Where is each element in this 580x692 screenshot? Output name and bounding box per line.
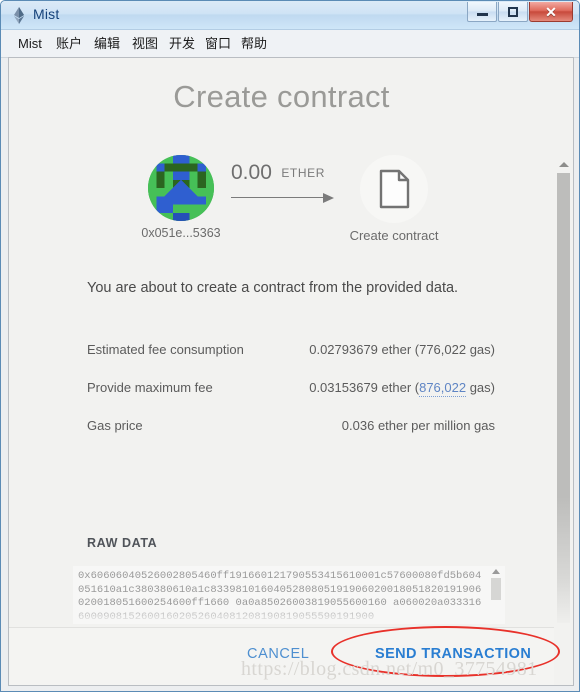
- rawdata-scrollbar[interactable]: [491, 569, 502, 621]
- rawdata-heading: RAW DATA: [87, 536, 158, 550]
- document-page-icon: [360, 155, 428, 223]
- menu-item-edit[interactable]: 编辑: [89, 34, 125, 53]
- amount-unit: ETHER: [281, 166, 325, 180]
- menu-item-view[interactable]: 视图: [127, 34, 163, 53]
- fee-label-gas-price: Gas price: [87, 418, 143, 433]
- window-titlebar: Mist ✕: [1, 1, 579, 30]
- window-title: Mist: [33, 6, 60, 22]
- fee-row-gas-price: Gas price 0.036 ether per million gas: [87, 418, 495, 456]
- cancel-button[interactable]: CANCEL: [247, 646, 309, 662]
- close-icon: ✕: [545, 3, 557, 20]
- fee-value-maximum-suffix: gas): [466, 380, 495, 395]
- fee-row-maximum: Provide maximum fee 0.03153679 ether (87…: [87, 380, 495, 418]
- transaction-confirm-panel: Create contract 0x051e...5363 0.00 ETHER…: [8, 57, 574, 686]
- gas-limit-editable[interactable]: 876,022: [419, 380, 467, 397]
- application-menubar: Mist 账户 编辑 视图 开发 窗口 帮助: [1, 30, 579, 58]
- transaction-description: You are about to create a contract from …: [87, 280, 459, 296]
- fee-value-gas-price: 0.036 ether per million gas: [342, 418, 495, 433]
- sender-block: 0x051e...5363: [133, 155, 229, 240]
- amount-value: 0.00: [231, 161, 272, 184]
- fee-value-estimated: 0.02793679 ether (776,022 gas): [309, 342, 495, 357]
- maximize-button[interactable]: [498, 2, 528, 22]
- blockie-identicon: [148, 155, 214, 221]
- rawdata-scroll-thumb[interactable]: [491, 578, 501, 600]
- menu-item-account[interactable]: 账户: [51, 34, 87, 53]
- page-title: Create contract: [173, 79, 390, 114]
- close-button[interactable]: ✕: [529, 2, 573, 22]
- transaction-summary-row: 0x051e...5363 0.00 ETHER Create contract: [9, 155, 554, 250]
- fee-value-maximum: 0.03153679 ether (876,022 gas): [309, 380, 495, 397]
- scroll-up-icon[interactable]: [559, 162, 569, 167]
- action-bar: CANCEL SEND TRANSACTION: [9, 627, 573, 685]
- main-scroll-thumb[interactable]: [557, 173, 570, 623]
- menu-item-window[interactable]: 窗口: [200, 34, 236, 53]
- rawdata-hex: 0x60606040526002805460ff1916601217905534…: [78, 570, 482, 623]
- minimize-button[interactable]: [467, 2, 497, 22]
- send-transaction-button[interactable]: SEND TRANSACTION: [375, 646, 531, 662]
- fee-details-table: Estimated fee consumption 0.02793679 eth…: [87, 342, 495, 456]
- menu-item-develop[interactable]: 开发: [164, 34, 200, 53]
- fee-value-maximum-prefix: 0.03153679 ether (: [309, 380, 420, 395]
- menu-item-mist[interactable]: Mist: [13, 34, 47, 53]
- main-scrollbar[interactable]: [554, 58, 573, 685]
- sender-address: 0x051e...5363: [141, 226, 221, 240]
- arrow-right-icon: [231, 193, 335, 203]
- minimize-icon: [476, 13, 488, 16]
- fee-value-estimated-text: 0.02793679 ether (776,022 gas): [309, 342, 495, 357]
- rawdata-box[interactable]: 0x60606040526002805460ff1916601217905534…: [73, 566, 505, 624]
- scroll-up-icon[interactable]: [492, 569, 500, 574]
- receiver-block: Create contract: [342, 155, 446, 243]
- maximize-icon: [508, 6, 518, 17]
- ethereum-diamond-icon: [10, 6, 28, 25]
- fee-value-gas-price-text: 0.036 ether per million gas: [341, 418, 495, 433]
- fee-label-estimated: Estimated fee consumption: [87, 342, 244, 357]
- menu-item-help[interactable]: 帮助: [236, 34, 272, 53]
- transaction-amount-block: 0.00 ETHER: [231, 161, 341, 203]
- receiver-label: Create contract: [349, 228, 439, 243]
- fee-label-maximum: Provide maximum fee: [87, 380, 213, 395]
- mist-application-window: Mist ✕ Mist 账户 编辑 视图 开发 窗口 帮助 Create con…: [0, 0, 580, 692]
- fee-row-estimated: Estimated fee consumption 0.02793679 eth…: [87, 342, 495, 380]
